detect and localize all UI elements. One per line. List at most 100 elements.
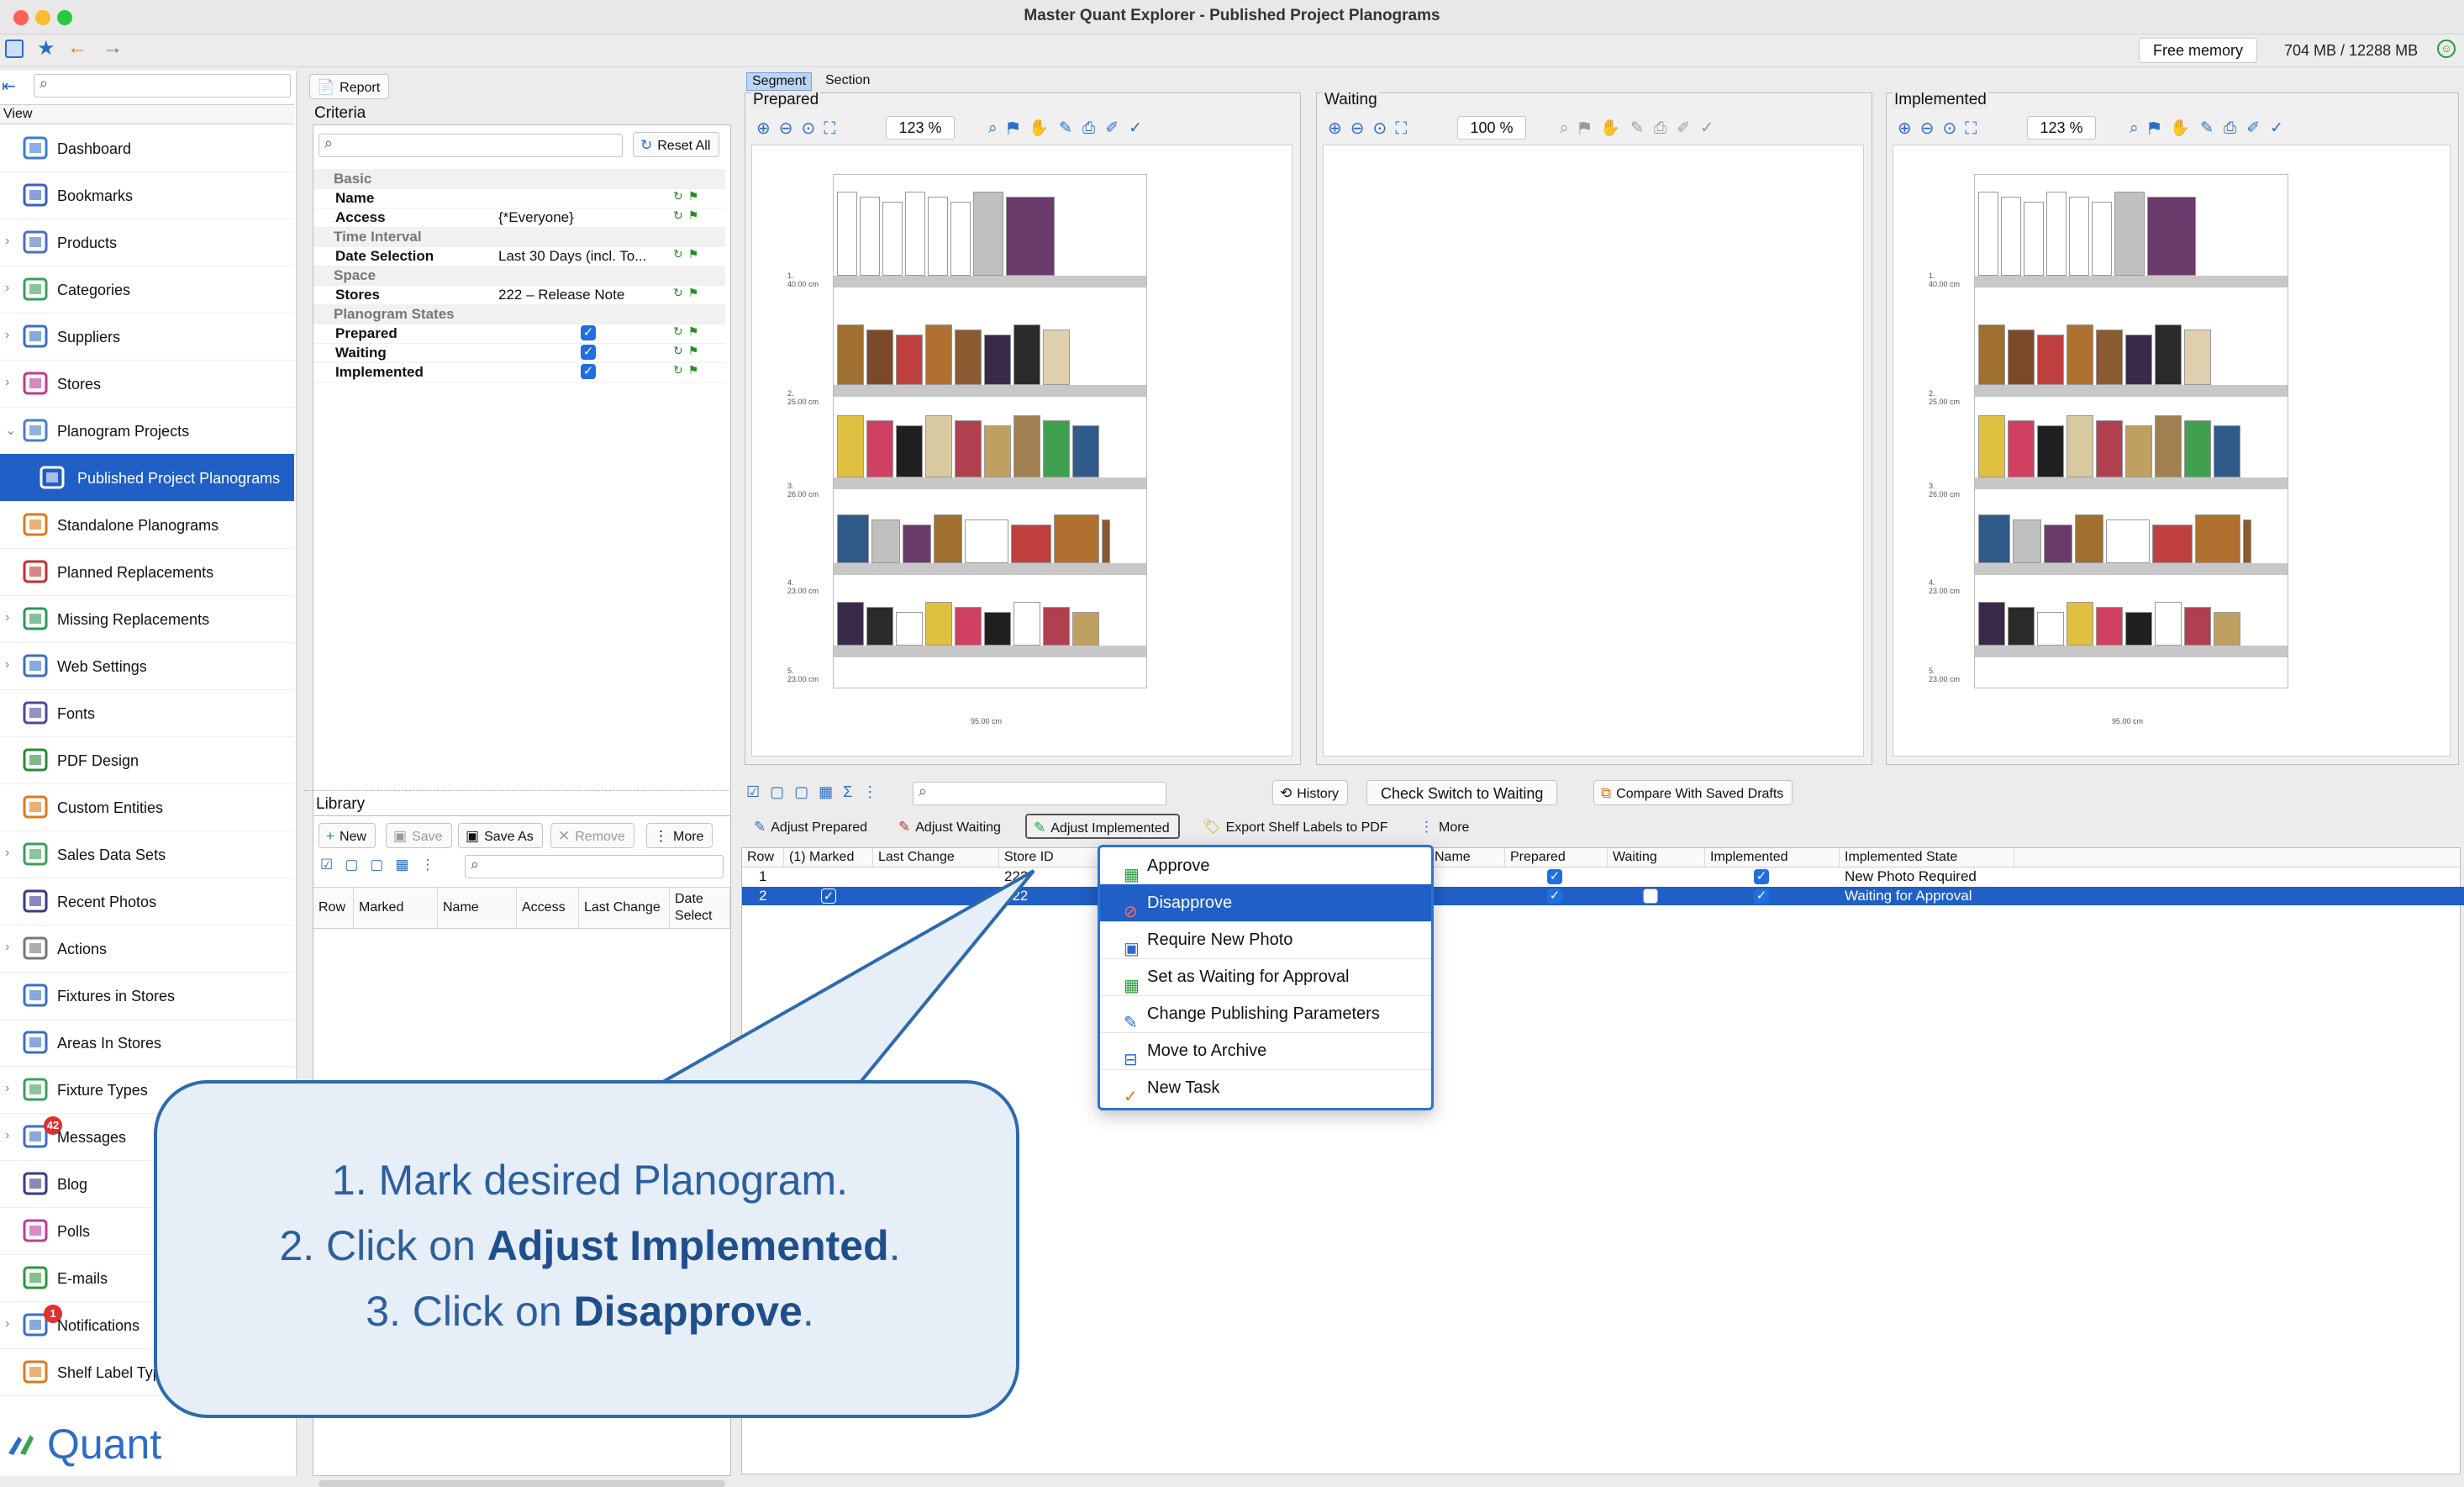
free-memory-button[interactable]: Free memory [2139,38,2258,63]
product-facing[interactable] [1072,425,1099,477]
shelf[interactable] [834,646,1146,657]
sidebar-toggle-icon[interactable] [5,40,24,58]
sidebar-item-categories[interactable]: › Categories [0,266,294,314]
product-facing[interactable] [837,192,857,276]
sidebar-item-missing-replacements[interactable]: › Missing Replacements [0,595,294,643]
prepared-checkbox[interactable]: ✓ [581,325,596,340]
prepared-checkbox[interactable]: ✓ [1547,869,1562,884]
col-last-change[interactable]: Last Change [873,848,999,867]
compare-drafts-button[interactable]: ⧉ Compare With Saved Drafts [1593,780,1793,805]
row-action-icons[interactable]: ↻⚑ [673,324,703,339]
product-facing[interactable] [1014,415,1040,477]
product-facing[interactable] [1102,519,1110,563]
library-save-button[interactable]: ▣ Save [386,823,452,848]
check-switch-button[interactable]: Check Switch to Waiting [1366,780,1558,805]
criteria-value[interactable]: {*Everyone} [498,209,574,226]
col-store-id[interactable]: Store ID [999,848,1100,867]
grid-view-icons[interactable]: ☑▢▢▦Σ⋮ [746,783,887,801]
col-waiting[interactable]: Waiting [1608,848,1705,867]
sidebar-item-web-settings[interactable]: › Web Settings [0,642,294,690]
product-facing[interactable] [984,425,1011,477]
product-facing[interactable] [2096,330,2123,385]
sidebar-item-suppliers[interactable]: › Suppliers [0,313,294,361]
plano-tools-icons[interactable]: ⌕⚑✋✎⎙✐✓ [2130,118,2293,138]
product-facing[interactable] [1978,514,2010,563]
product-facing[interactable] [2125,335,2152,385]
product-facing[interactable] [2013,519,2041,563]
product-facing[interactable] [882,202,903,276]
chevron-right-icon[interactable]: › [5,610,9,625]
implemented-checkbox[interactable]: ✓ [1754,889,1769,904]
product-facing[interactable] [2125,612,2152,646]
plano-tools-icons[interactable]: ⌕⚑✋✎⎙✐✓ [1560,118,1724,138]
zoom-level-input[interactable]: 123 % [2027,116,2096,140]
tab-segment[interactable]: Segment [746,72,813,91]
criteria-row-date[interactable]: Date Selection Last 30 Days (incl. To... ↻… [313,246,725,266]
forward-arrow-icon[interactable]: → [103,36,123,60]
product-facing[interactable] [866,330,893,385]
product-facing[interactable] [837,324,864,385]
col-prepared[interactable]: Prepared [1505,848,1608,867]
sidebar-item-pdf-design[interactable]: PDF Design [0,736,294,784]
chevron-right-icon[interactable]: › [5,234,9,249]
product-facing[interactable] [2243,519,2251,563]
product-facing[interactable] [955,330,982,385]
shelf[interactable] [834,276,1146,287]
col-access[interactable]: Access [517,888,579,928]
zoom-tools-icons[interactable]: ⊕⊖⊙⛶ [1898,118,1985,139]
product-facing[interactable] [1054,514,1099,563]
back-arrow-icon[interactable]: ← [67,36,87,60]
fixture-drawing[interactable] [1974,174,2288,688]
product-facing[interactable] [2008,420,2035,477]
planogram-canvas[interactable]: 1. 40.00 cm 2. 25.00 cm 3. 26.00 cm 4. 23.0… [1893,145,2451,757]
sidebar-item-recent-photos[interactable]: Recent Photos [0,878,294,925]
adjust-waiting-button[interactable]: ✎ Adjust Waiting [891,814,1010,839]
row-action-icons[interactable]: ↻⚑ [673,286,703,300]
criteria-row-name[interactable]: Name ↻⚑ [313,188,725,208]
product-facing[interactable] [2114,192,2145,276]
col-name[interactable]: Name [438,888,517,928]
chevron-right-icon[interactable]: › [5,375,9,390]
product-facing[interactable] [984,335,1011,385]
menu-item-change-publishing[interactable]: ✎ Change Publishing Parameters [1100,995,1431,1033]
zoom-level-input[interactable]: 123 % [886,116,955,140]
menu-item-new-task[interactable]: ✓ New Task [1100,1069,1431,1106]
product-facing[interactable] [2046,192,2066,276]
chevron-down-icon[interactable]: ⌄ [5,422,16,439]
product-facing[interactable] [2066,415,2093,477]
shelf[interactable] [1975,477,2288,489]
criteria-row-implemented[interactable]: Implemented ✓ ↻⚑ [313,362,725,382]
sidebar-item-standalone-planograms[interactable]: Standalone Planograms [0,501,294,549]
product-facing[interactable] [866,607,893,646]
product-facing[interactable] [1014,602,1040,646]
fixture-drawing[interactable] [833,174,1147,688]
implemented-checkbox[interactable]: ✓ [581,364,596,379]
menu-item-approve[interactable]: ▦ Approve [1100,847,1431,885]
product-facing[interactable] [2075,514,2103,563]
sidebar-item-actions[interactable]: › Actions [0,925,294,973]
product-facing[interactable] [2155,602,2182,646]
planogram-canvas[interactable] [1323,145,1864,757]
product-facing[interactable] [950,202,971,276]
criteria-row-access[interactable]: Access {*Everyone} ↻⚑ [313,208,725,228]
group-planogram-states[interactable]: Planogram States [313,304,725,324]
plano-tools-icons[interactable]: ⌕⚑✋✎⎙✐✓ [988,118,1152,138]
product-facing[interactable] [925,415,952,477]
chevron-right-icon[interactable]: › [5,940,9,955]
library-remove-button[interactable]: ✕ Remove [550,823,634,848]
zoom-tools-icons[interactable]: ⊕⊖⊙⛶ [1328,118,1415,139]
sidebar-search-input[interactable]: ⌕ [34,74,291,98]
product-facing[interactable] [2037,612,2064,646]
waiting-checkbox[interactable]: ✓ [581,345,596,360]
product-facing[interactable] [2001,197,2021,276]
product-facing[interactable] [2069,197,2089,276]
criteria-value[interactable]: Last 30 Days (incl. To... [498,248,646,265]
criteria-search-input[interactable]: ⌕ [319,134,623,157]
col-implemented[interactable]: Implemented [1705,848,1840,867]
star-icon[interactable]: ★ [37,36,55,61]
product-facing[interactable] [896,335,923,385]
more-actions-button[interactable]: ⋮ More [1412,814,1478,839]
sidebar-item-sales-data-sets[interactable]: › Sales Data Sets [0,831,294,878]
product-facing[interactable] [1043,420,1070,477]
sidebar-item-fixtures-in-stores[interactable]: Fixtures in Stores [0,972,294,1020]
